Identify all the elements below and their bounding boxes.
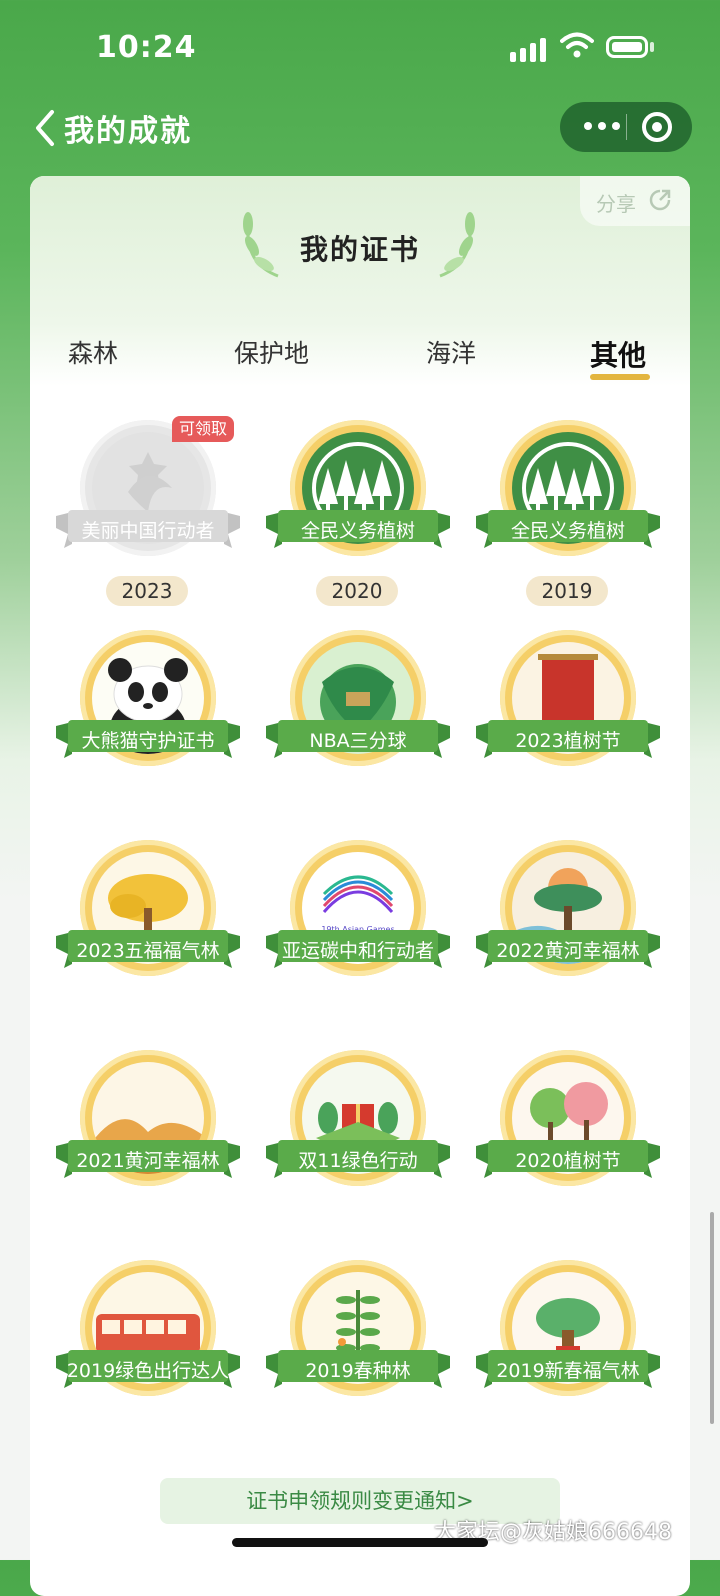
certificate-medal[interactable]: 2022黄河幸福林 bbox=[468, 836, 668, 1036]
tab-ocean[interactable]: 海洋 bbox=[426, 334, 476, 370]
medal-label: 亚运碳中和行动者 bbox=[281, 940, 434, 962]
medal-label: 2023五福福气林 bbox=[76, 940, 220, 962]
page-title: 我的成就 bbox=[64, 114, 192, 149]
medal-label: 双11绿色行动 bbox=[298, 1150, 418, 1172]
certificate-medal[interactable]: NBA三分球 bbox=[258, 626, 458, 826]
capsule-divider bbox=[626, 114, 627, 140]
certificate-medal[interactable]: 2019春种林 bbox=[258, 1256, 458, 1456]
tab-other[interactable]: 其他 bbox=[590, 334, 646, 374]
cellular-signal-icon bbox=[510, 36, 550, 62]
medal-label: 2021黄河幸福林 bbox=[76, 1150, 220, 1172]
certificate-medal[interactable]: 2021黄河幸福林 bbox=[48, 1046, 248, 1246]
medal-label: 2019新春福气林 bbox=[496, 1360, 640, 1382]
medal-label: NBA三分球 bbox=[309, 730, 407, 752]
medal-label: 全民义务植树 bbox=[300, 520, 415, 542]
medal-label: 2019春种林 bbox=[305, 1360, 411, 1382]
scrollbar[interactable] bbox=[710, 1212, 714, 1424]
medal-label: 2023植树节 bbox=[515, 730, 621, 752]
active-tab-indicator bbox=[590, 374, 650, 380]
certificate-medal[interactable]: 2019新春福气林 bbox=[468, 1256, 668, 1456]
status-bar: 10:24 bbox=[0, 0, 720, 90]
laurel-right-icon bbox=[439, 212, 475, 278]
certificate-medal[interactable]: 2019绿色出行达人 bbox=[48, 1256, 248, 1456]
certificate-medal[interactable]: 大熊猫守护证书 bbox=[48, 626, 248, 826]
mini-program-capsule bbox=[560, 102, 692, 152]
certificate-title: 我的证书 bbox=[299, 233, 420, 266]
share-label: 分享 bbox=[596, 192, 636, 216]
year-badge: 2020 bbox=[316, 576, 398, 606]
tab-forest[interactable]: 森林 bbox=[68, 334, 118, 370]
certificate-medal[interactable]: 19th Asian GamesHangzhou 2022亚运碳中和行动者 bbox=[258, 836, 458, 1036]
close-miniprogram-icon[interactable] bbox=[640, 110, 674, 144]
certificate-medal[interactable]: 2023植树节 bbox=[468, 626, 668, 826]
medal-label: 2022黄河幸福林 bbox=[496, 940, 640, 962]
certificate-medal[interactable]: 2020植树节 bbox=[468, 1046, 668, 1246]
year-badge: 2023 bbox=[106, 576, 188, 606]
claimable-badge: 可领取 bbox=[172, 416, 234, 442]
status-time: 10:24 bbox=[96, 30, 197, 65]
battery-icon bbox=[606, 36, 648, 58]
category-tabs: 森林 保护地 海洋 其他 bbox=[30, 326, 690, 386]
medal-label: 2019绿色出行达人 bbox=[66, 1360, 230, 1382]
medal-label: 全民义务植树 bbox=[510, 520, 625, 542]
certificate-medal[interactable]: 2023五福福气林 bbox=[48, 836, 248, 1036]
back-arrow-icon[interactable] bbox=[30, 108, 64, 148]
medal-label: 美丽中国行动者 bbox=[81, 520, 215, 542]
home-indicator bbox=[232, 1538, 488, 1547]
wifi-icon bbox=[560, 32, 594, 58]
more-icon[interactable] bbox=[582, 116, 622, 136]
medal-label: 大熊猫守护证书 bbox=[81, 730, 215, 752]
share-icon bbox=[649, 189, 671, 211]
year-badge: 2019 bbox=[526, 576, 608, 606]
share-button[interactable]: 分享 bbox=[580, 176, 690, 226]
battery-tip bbox=[650, 42, 654, 52]
tab-protected-area[interactable]: 保护地 bbox=[234, 334, 309, 370]
medal-label: 2020植树节 bbox=[515, 1150, 621, 1172]
certificate-medal[interactable]: 双11绿色行动 bbox=[258, 1046, 458, 1246]
